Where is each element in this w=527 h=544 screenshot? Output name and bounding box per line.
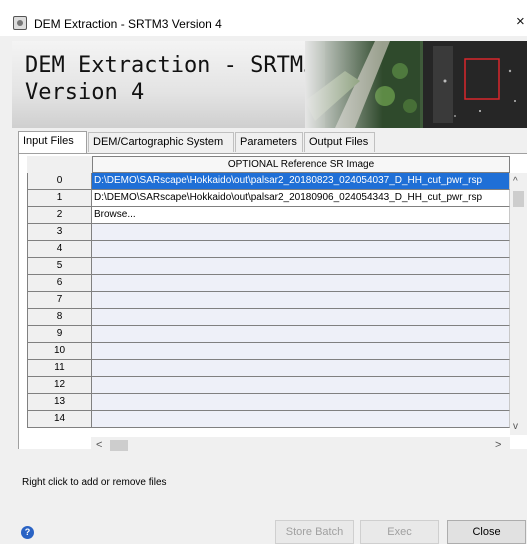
table-cell[interactable]: D:\DEMO\SARscape\Hokkaido\out\palsar2_20…: [92, 173, 510, 190]
table-row: 6: [27, 275, 510, 292]
row-index[interactable]: 6: [27, 275, 92, 292]
table-row: 7: [27, 292, 510, 309]
title-bar: DEM Extraction - SRTM3 Version 4 ×: [0, 0, 527, 36]
table-corner: [27, 156, 92, 173]
row-index[interactable]: 8: [27, 309, 92, 326]
row-index[interactable]: 4: [27, 241, 92, 258]
table-cell[interactable]: [92, 258, 510, 275]
table-cell[interactable]: [92, 411, 510, 428]
table-cell[interactable]: [92, 241, 510, 258]
tab-parameters[interactable]: Parameters: [235, 132, 303, 152]
tab-input-files[interactable]: Input Files: [18, 131, 87, 153]
row-index[interactable]: 13: [27, 394, 92, 411]
browse-cell[interactable]: Browse...: [92, 207, 510, 224]
row-index[interactable]: 11: [27, 360, 92, 377]
table-row: 13: [27, 394, 510, 411]
scroll-up-icon[interactable]: ^: [513, 176, 518, 187]
row-index[interactable]: 1: [27, 190, 92, 207]
banner-title-line2: Version 4: [25, 80, 145, 105]
table-cell[interactable]: [92, 377, 510, 394]
exec-button[interactable]: Exec: [360, 520, 439, 544]
table-cell[interactable]: [92, 360, 510, 377]
table-row: 11: [27, 360, 510, 377]
scroll-right-icon[interactable]: >: [495, 439, 501, 451]
table-cell[interactable]: [92, 224, 510, 241]
table-cell[interactable]: [92, 394, 510, 411]
vertical-scroll-thumb[interactable]: [513, 191, 524, 207]
satellite-imagery-graphic: [305, 41, 527, 128]
table-cell[interactable]: D:\DEMO\SARscape\Hokkaido\out\palsar2_20…: [92, 190, 510, 207]
table-row: 0 D:\DEMO\SARscape\Hokkaido\out\palsar2_…: [27, 173, 510, 190]
table-row: 5: [27, 258, 510, 275]
row-index[interactable]: 12: [27, 377, 92, 394]
table-row: 14: [27, 411, 510, 428]
table-cell[interactable]: [92, 292, 510, 309]
row-index[interactable]: 2: [27, 207, 92, 224]
horizontal-scrollbar[interactable]: < >: [91, 437, 510, 454]
tab-dem-cartographic-system[interactable]: DEM/Cartographic System: [88, 132, 234, 152]
column-header-reference-image[interactable]: OPTIONAL Reference SR Image: [92, 156, 510, 173]
row-index[interactable]: 5: [27, 258, 92, 275]
table-row: 3: [27, 224, 510, 241]
close-button[interactable]: Close: [447, 520, 526, 544]
table-row: 9: [27, 326, 510, 343]
row-index[interactable]: 10: [27, 343, 92, 360]
table-row: 2 Browse...: [27, 207, 510, 224]
horizontal-scroll-thumb[interactable]: [110, 440, 128, 451]
table-header: OPTIONAL Reference SR Image: [27, 156, 510, 173]
scroll-down-icon[interactable]: v: [513, 421, 518, 432]
table-cell[interactable]: [92, 275, 510, 292]
scroll-left-icon[interactable]: <: [96, 439, 102, 451]
close-window-icon[interactable]: ×: [516, 13, 525, 30]
vertical-scrollbar[interactable]: ^ v: [510, 173, 527, 435]
banner-title-line1: DEM Extraction - SRTM3: [25, 53, 317, 78]
row-index[interactable]: 3: [27, 224, 92, 241]
tab-output-files[interactable]: Output Files: [304, 132, 375, 152]
header-banner: DEM Extraction - SRTM3 Version 4: [12, 41, 527, 128]
table-row: 8: [27, 309, 510, 326]
banner-title: DEM Extraction - SRTM3 Version 4: [25, 52, 325, 106]
table-cell[interactable]: [92, 309, 510, 326]
table-body: 0 D:\DEMO\SARscape\Hokkaido\out\palsar2_…: [27, 173, 510, 428]
window-title: DEM Extraction - SRTM3 Version 4: [34, 17, 222, 31]
row-index[interactable]: 9: [27, 326, 92, 343]
table-cell[interactable]: [92, 343, 510, 360]
help-icon[interactable]: ?: [21, 526, 34, 539]
table-row: 10: [27, 343, 510, 360]
row-index[interactable]: 7: [27, 292, 92, 309]
table-row: 12: [27, 377, 510, 394]
store-batch-button[interactable]: Store Batch: [275, 520, 354, 544]
row-index[interactable]: 0: [27, 173, 92, 190]
app-icon: [13, 16, 27, 30]
table-row: 4: [27, 241, 510, 258]
table-cell[interactable]: [92, 326, 510, 343]
row-index[interactable]: 14: [27, 411, 92, 428]
table-row: 1 D:\DEMO\SARscape\Hokkaido\out\palsar2_…: [27, 190, 510, 207]
hint-text: Right click to add or remove files: [22, 477, 167, 488]
